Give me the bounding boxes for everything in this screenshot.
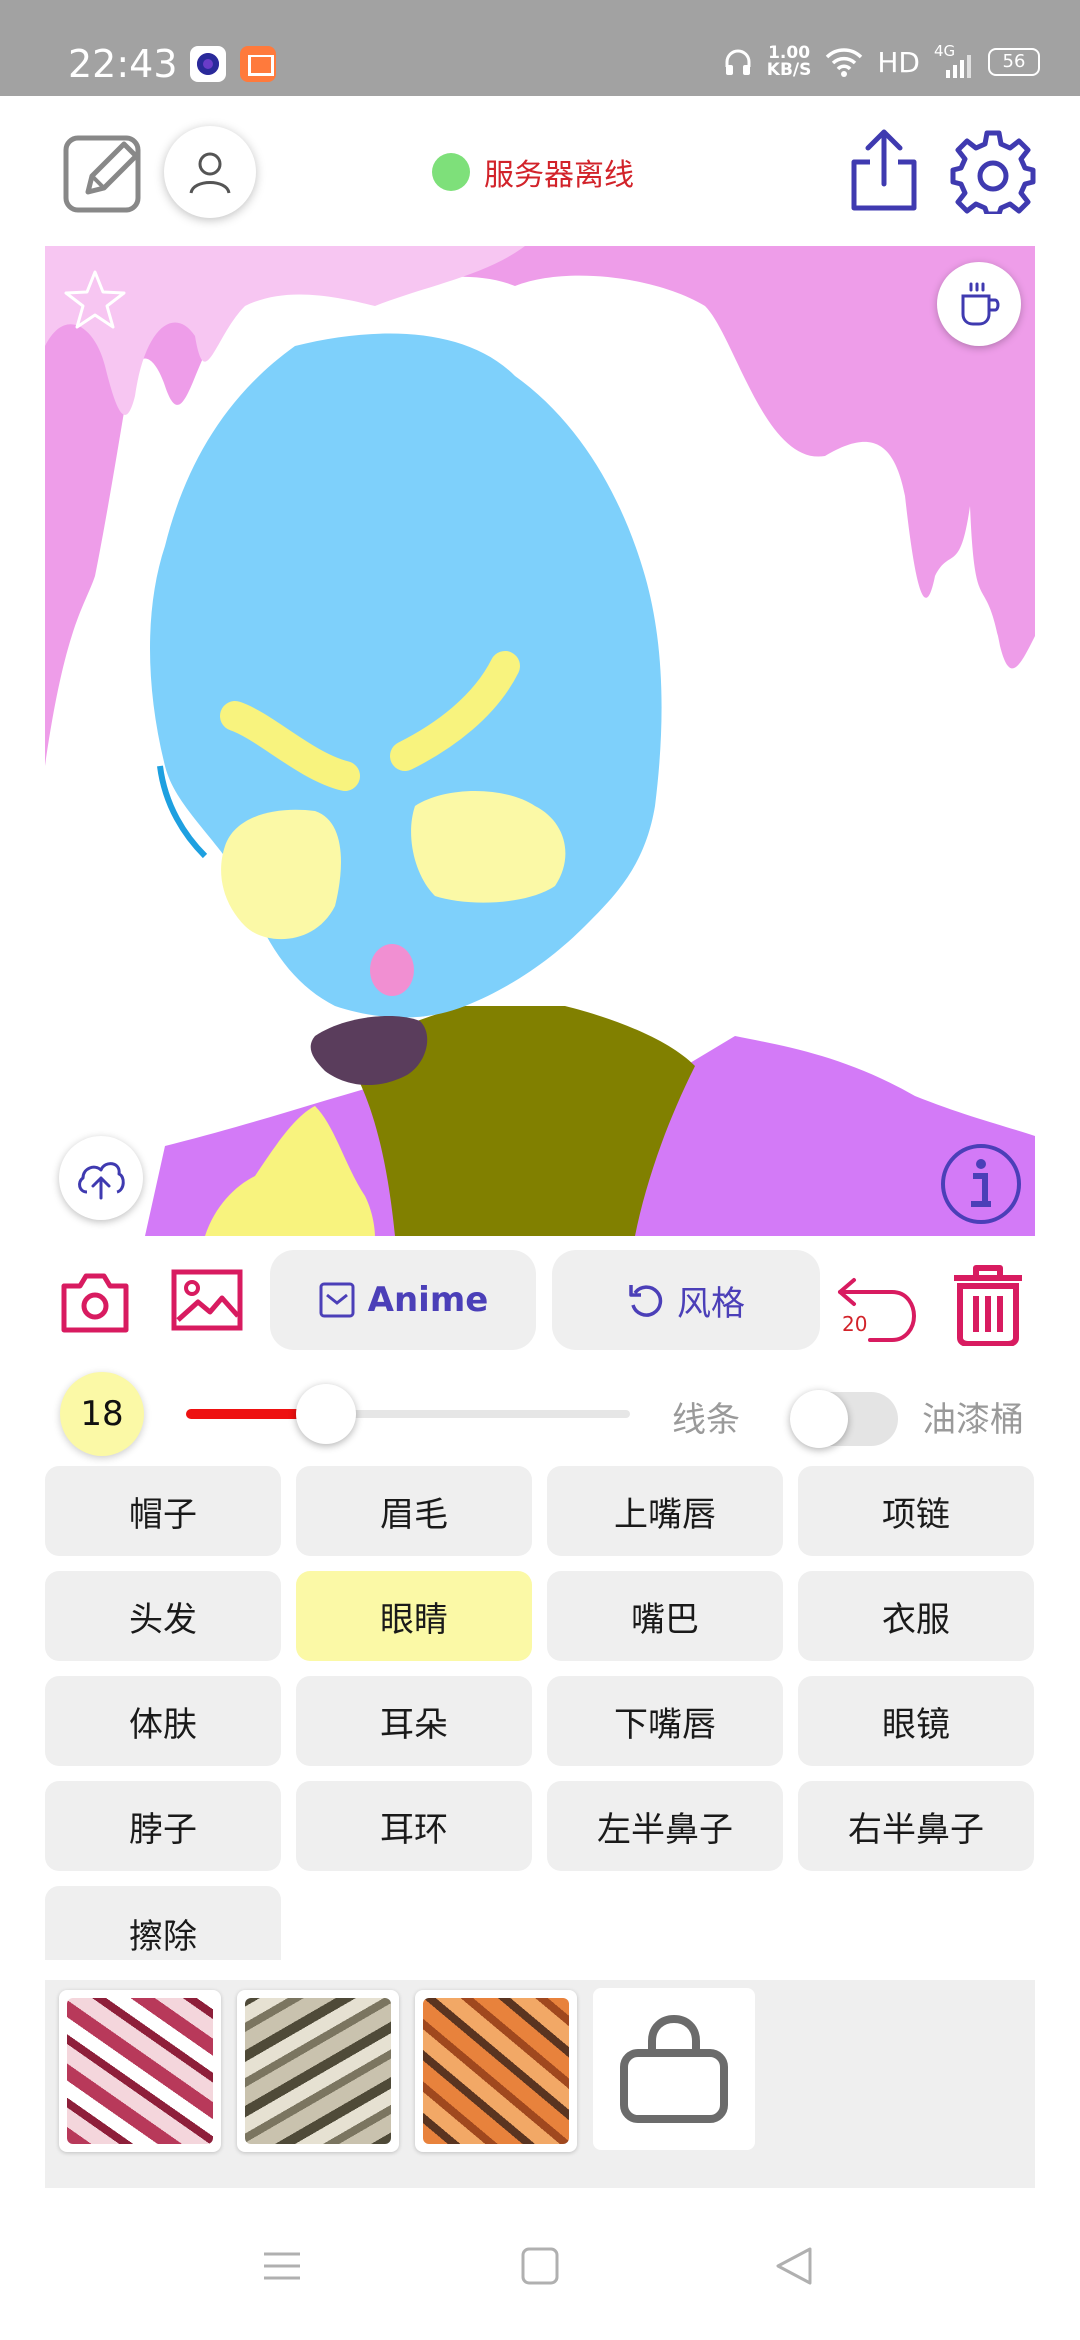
anime-label: Anime <box>367 1280 489 1320</box>
style-thumbnail[interactable] <box>415 1990 577 2152</box>
style-thumbnail-image <box>245 1998 391 2144</box>
server-status: 服务器离线 <box>432 150 634 194</box>
checkbox-mail-icon <box>319 1282 355 1318</box>
style-store-button[interactable] <box>593 1988 755 2150</box>
part-button-eraser[interactable]: 擦除 <box>45 1886 281 1960</box>
star-icon <box>64 270 126 329</box>
part-button-skin[interactable]: 体肤 <box>45 1676 281 1766</box>
nav-back-button[interactable] <box>774 2246 814 2290</box>
part-button-left-nose[interactable]: 左半鼻子 <box>547 1781 783 1871</box>
edit-icon <box>63 135 141 213</box>
status-bar: 22:43 1.00 KB/S HD 4G 56 <box>0 0 1080 96</box>
part-button-right-nose[interactable]: 右半鼻子 <box>798 1781 1034 1871</box>
share-icon <box>851 129 917 211</box>
system-nav-bar <box>0 2200 1080 2340</box>
share-button[interactable] <box>846 128 922 214</box>
gallery-button[interactable] <box>170 1268 244 1332</box>
style-thumbnail-tray <box>45 1980 1035 2188</box>
brush-size-slider[interactable] <box>186 1384 630 1444</box>
brush-controls: 18 线条 油漆桶 <box>0 1370 1080 1456</box>
slider-thumb[interactable] <box>295 1384 356 1444</box>
style-thumbnail[interactable] <box>59 1990 221 2152</box>
server-status-dot <box>432 153 470 191</box>
info-button[interactable] <box>939 1142 1023 1226</box>
part-button-neck[interactable]: 脖子 <box>45 1781 281 1871</box>
cloud-upload-icon <box>78 1162 125 1200</box>
part-button-clothes[interactable]: 衣服 <box>798 1571 1034 1661</box>
part-button-upper-lip[interactable]: 上嘴唇 <box>547 1466 783 1556</box>
back-triangle-icon <box>776 2247 812 2285</box>
part-button-earrings[interactable]: 耳环 <box>296 1781 532 1871</box>
slider-fill <box>186 1409 306 1419</box>
nav-menu-button[interactable] <box>262 2246 302 2290</box>
part-button-ears[interactable]: 耳朵 <box>296 1676 532 1766</box>
notification-app-icon <box>190 46 226 82</box>
part-button-mouth[interactable]: 嘴巴 <box>547 1571 783 1661</box>
part-button-lower-lip[interactable]: 下嘴唇 <box>547 1676 783 1766</box>
part-button-eyes[interactable]: 眼睛 <box>296 1571 532 1661</box>
coffee-icon <box>961 282 1000 326</box>
bucket-toggle[interactable] <box>790 1390 898 1448</box>
nose-region <box>370 944 414 996</box>
settings-button[interactable] <box>950 128 1036 217</box>
wifi-icon <box>826 48 863 77</box>
trash-icon <box>954 1265 1022 1347</box>
upload-button[interactable] <box>59 1136 143 1220</box>
refresh-icon <box>629 1285 663 1317</box>
status-time: 22:43 <box>68 42 178 86</box>
action-toolbar: Anime 风格 20 <box>0 1250 1080 1354</box>
sketch-drawing <box>45 246 1035 1236</box>
shopping-bag-icon <box>620 2014 728 2123</box>
part-button-necklace[interactable]: 项链 <box>798 1466 1034 1556</box>
battery-level: 56 <box>988 48 1040 76</box>
style-label: 风格 <box>677 1283 745 1324</box>
notification-reader-icon <box>240 46 276 82</box>
style-thumbnail[interactable] <box>237 1990 399 2152</box>
bucket-mode-label: 油漆桶 <box>922 1400 1024 1440</box>
drawing-canvas[interactable] <box>45 246 1035 1236</box>
nav-home-button[interactable] <box>520 2246 560 2290</box>
part-button-eyebrows[interactable]: 眉毛 <box>296 1466 532 1556</box>
style-thumbnail-image <box>67 1998 213 2144</box>
part-button-hair[interactable]: 头发 <box>45 1571 281 1661</box>
part-button-glasses[interactable]: 眼镜 <box>798 1676 1034 1766</box>
brush-size-badge: 18 <box>60 1372 144 1456</box>
camera-icon <box>61 1273 129 1333</box>
user-icon <box>189 152 231 194</box>
home-square-icon <box>521 2247 559 2285</box>
camera-button[interactable] <box>60 1270 130 1334</box>
net-speed: 1.00 KB/S <box>766 43 812 80</box>
image-icon <box>171 1269 243 1331</box>
left-eye <box>221 809 341 940</box>
info-icon <box>941 1144 1021 1224</box>
style-thumbnail-image <box>423 1998 569 2144</box>
undo-count: 20 <box>842 1312 868 1336</box>
cell-signal: 4G <box>934 42 974 78</box>
server-status-text: 服务器离线 <box>484 158 634 193</box>
clear-button[interactable] <box>950 1262 1026 1347</box>
edit-button[interactable] <box>62 130 146 214</box>
user-button[interactable] <box>164 126 256 218</box>
part-button-hat[interactable]: 帽子 <box>45 1466 281 1556</box>
network-type: HD <box>877 45 920 79</box>
app-header: 服务器离线 <box>0 96 1080 246</box>
anime-model-button[interactable]: Anime <box>270 1250 536 1350</box>
gear-icon <box>950 130 1036 217</box>
signal-bars-icon <box>946 55 971 78</box>
menu-icon <box>264 2252 300 2280</box>
donate-button[interactable] <box>937 262 1021 346</box>
line-mode-label: 线条 <box>672 1400 740 1440</box>
headphones-icon <box>725 49 751 75</box>
favorite-button[interactable] <box>63 268 127 332</box>
toggle-knob <box>790 1390 848 1448</box>
status-indicators: 1.00 KB/S HD 4G 56 <box>723 42 1040 82</box>
style-button[interactable]: 风格 <box>552 1250 820 1350</box>
